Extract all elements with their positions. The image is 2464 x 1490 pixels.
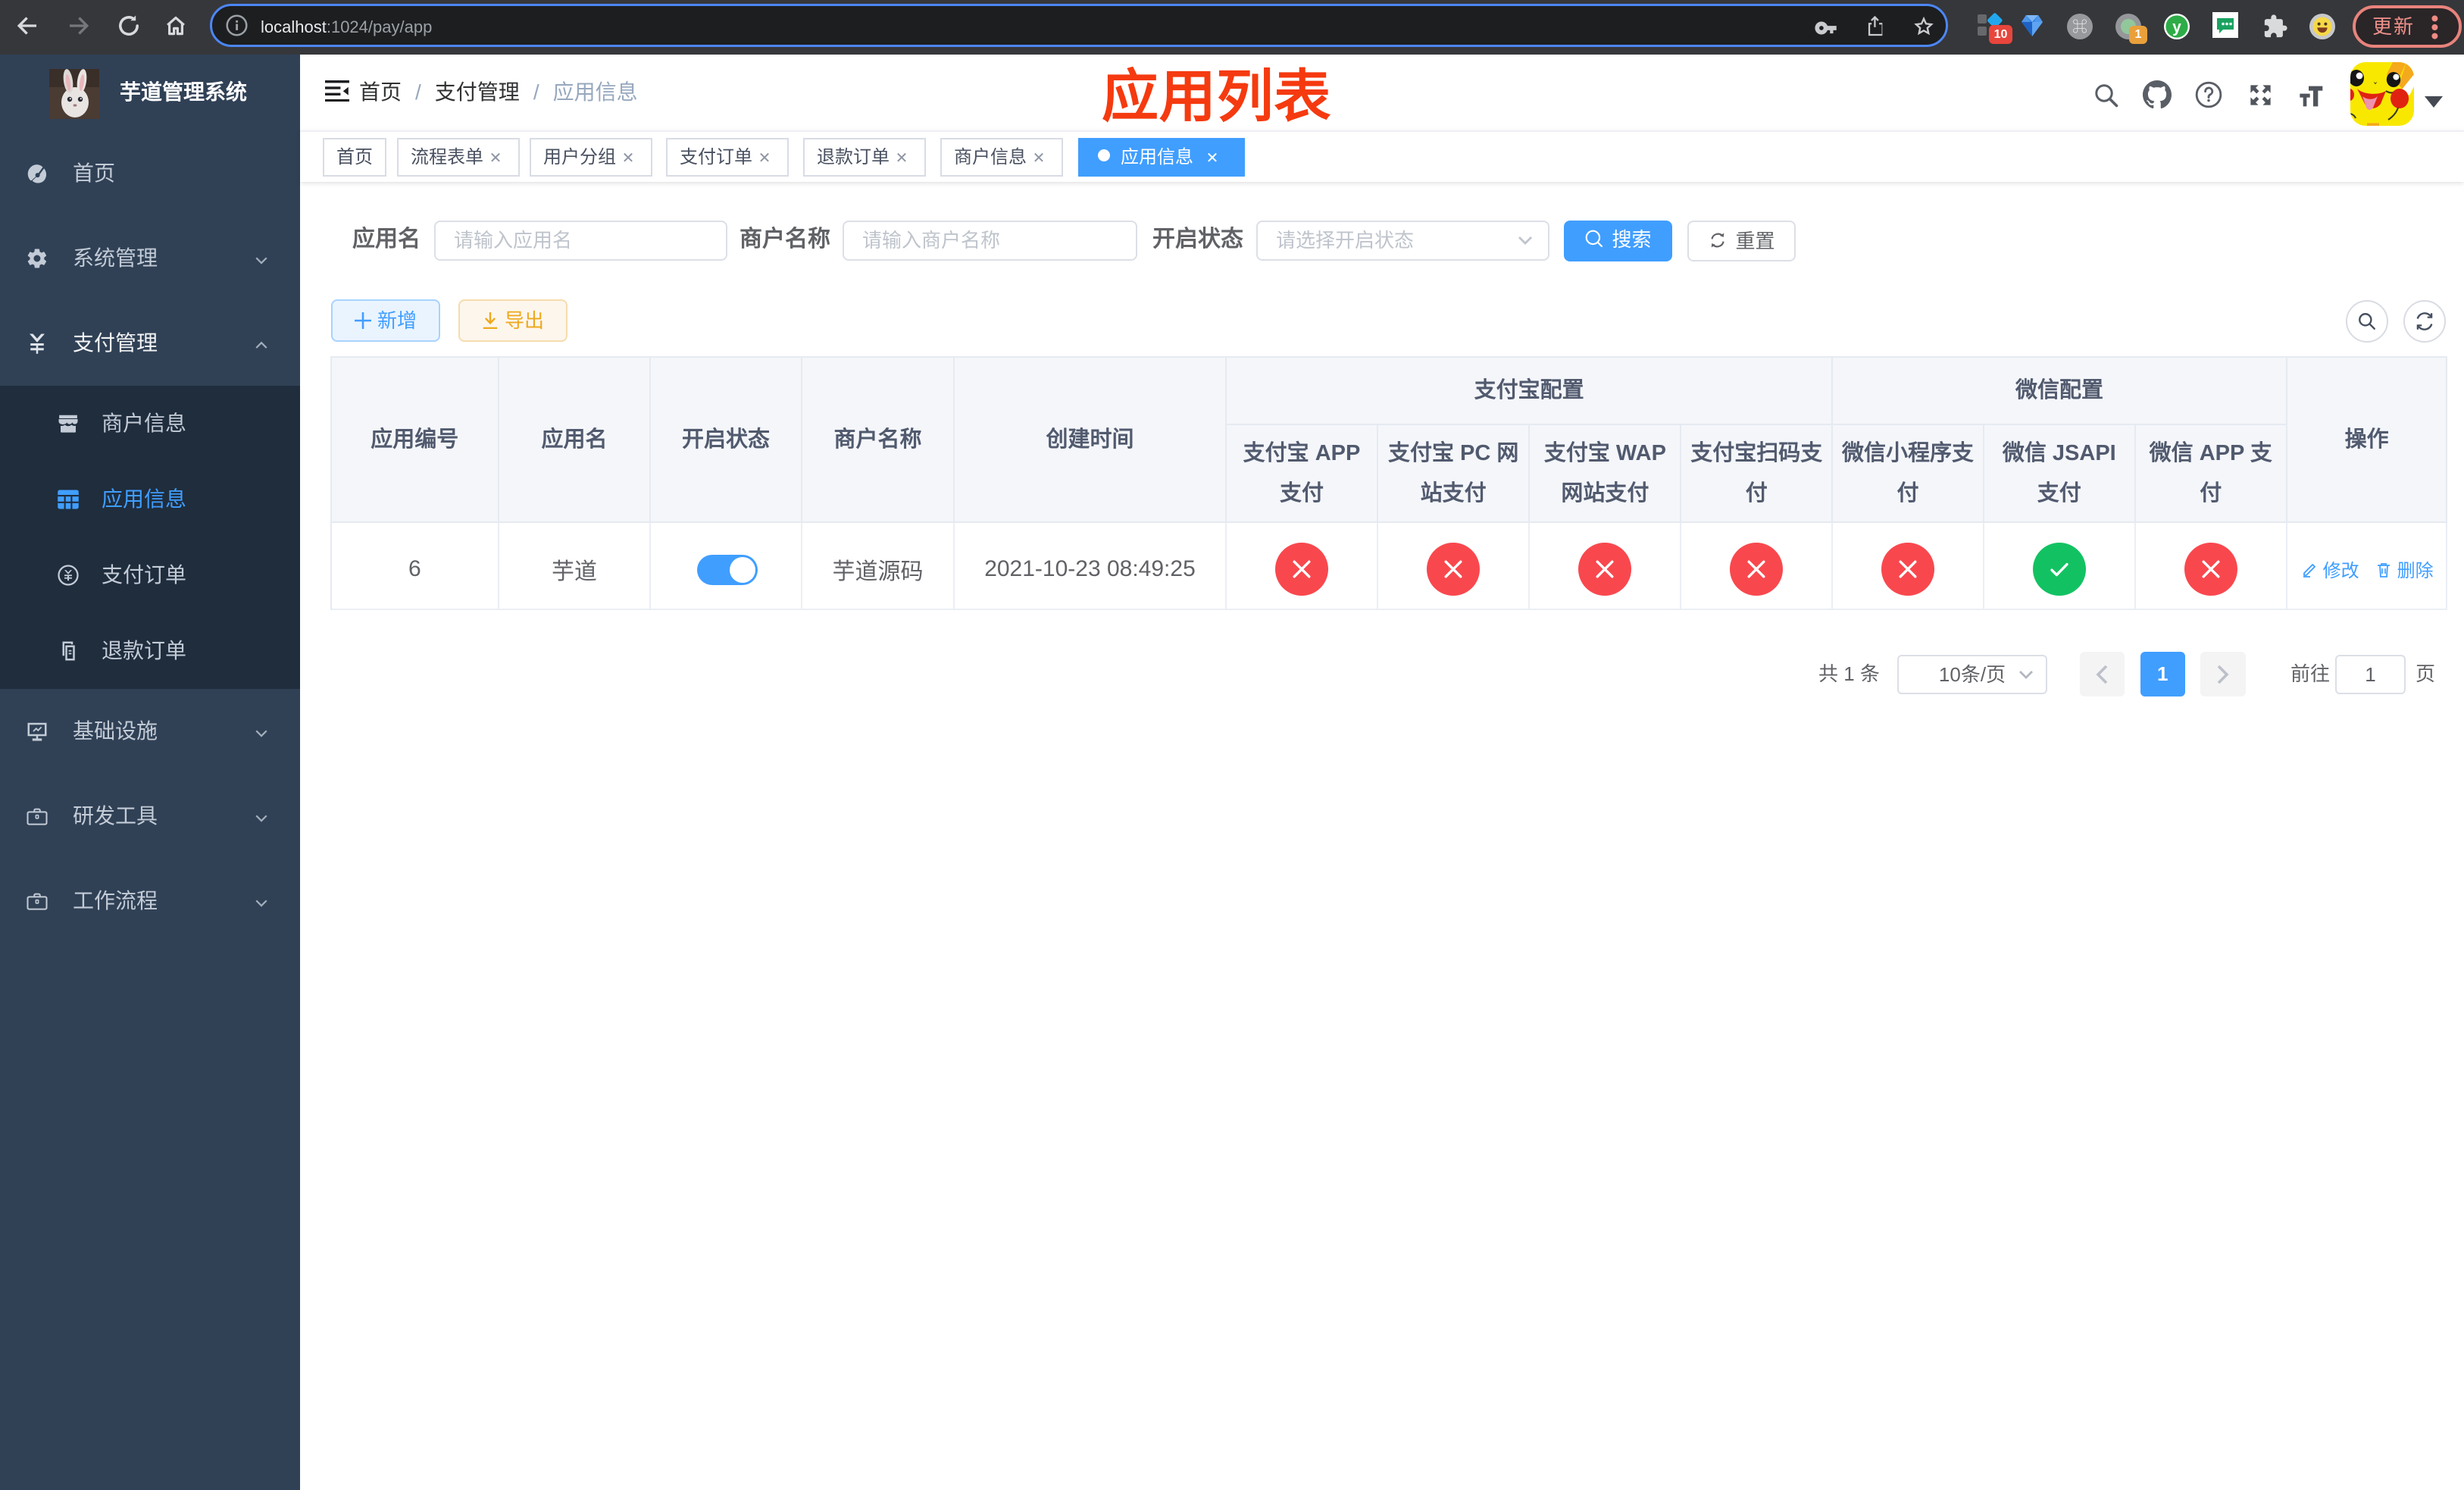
svg-text:y: y [2172, 18, 2181, 36]
svg-text:⌘: ⌘ [2072, 19, 2087, 36]
